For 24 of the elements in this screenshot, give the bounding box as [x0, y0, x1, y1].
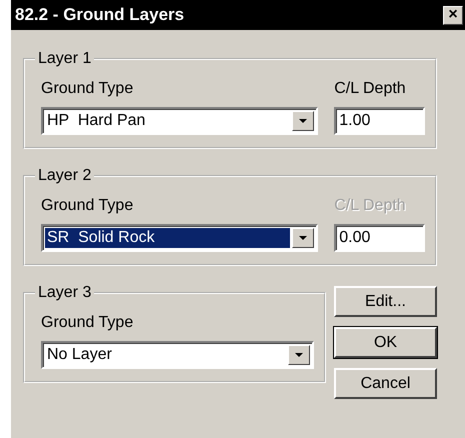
dropdown-arrow-button[interactable]	[288, 345, 310, 365]
group-title: Layer 3	[37, 284, 92, 302]
dropdown-arrow-button[interactable]	[292, 228, 314, 248]
caret-down-icon	[299, 119, 308, 123]
dialog-button[interactable]: OK	[334, 327, 437, 358]
window-title: 82.2 - Ground Layers	[15, 5, 184, 25]
ground-type-dropdown[interactable]: HP Hard Pan	[41, 107, 318, 135]
field-label: Ground Type	[41, 197, 134, 215]
ground-type-dropdown[interactable]: SR Solid Rock	[41, 224, 318, 252]
field-label: Ground Type	[41, 314, 134, 332]
dialog-button[interactable]: Edit...	[334, 286, 437, 317]
depth-input[interactable]: 0.00	[334, 224, 425, 252]
group-title: Layer 1	[37, 50, 92, 68]
caret-down-icon	[299, 236, 308, 240]
group-title: Layer 2	[37, 167, 92, 185]
ground-type-dropdown[interactable]: No Layer	[41, 341, 314, 369]
field-label: C/L Depth	[334, 80, 407, 98]
caret-down-icon	[295, 353, 303, 357]
field-label: Ground Type	[41, 80, 134, 98]
dropdown-arrow-button[interactable]	[292, 111, 314, 131]
depth-input[interactable]: 1.00	[334, 107, 425, 135]
close-button[interactable]: ×	[443, 6, 463, 24]
dropdown-value: SR Solid Rock	[45, 228, 290, 248]
dialog-button[interactable]: Cancel	[334, 368, 437, 399]
